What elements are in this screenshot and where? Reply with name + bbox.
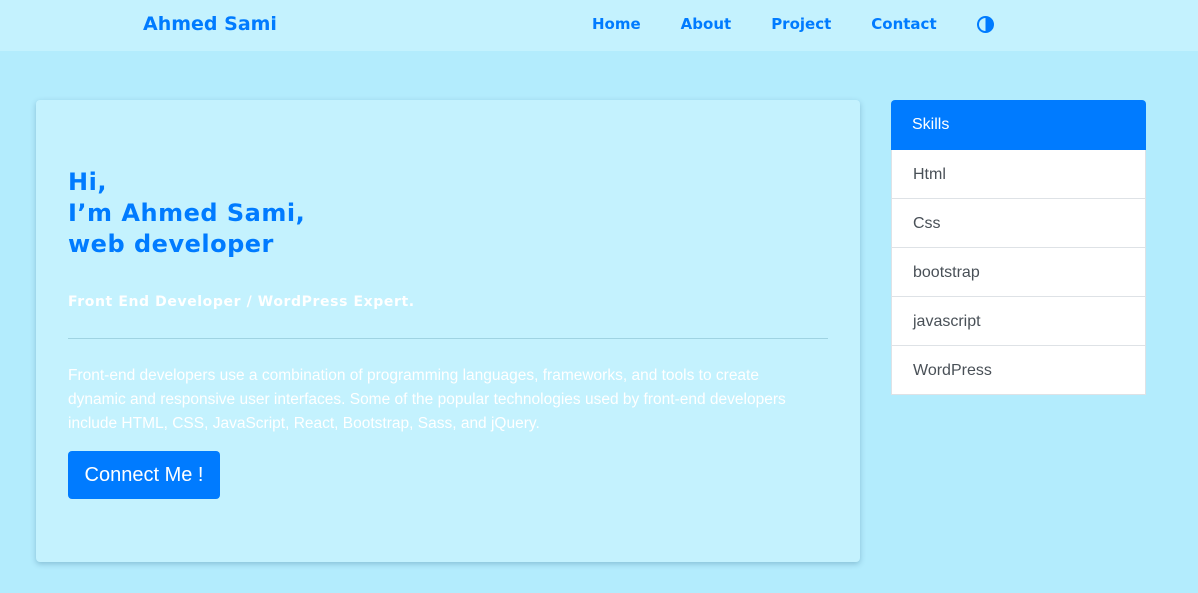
hero-subtitle: Front End Developer / WordPress Expert. [68,294,415,310]
hero-card: Hi, I’m Ahmed Sami, web developer Front … [36,100,860,562]
hero-greeting: Hi, [68,168,107,196]
skill-item-javascript: javascript [891,297,1146,346]
skill-item-css: Css [891,199,1146,248]
connect-me-button[interactable]: Connect Me ! [68,451,220,499]
hero-divider [68,338,828,339]
nav-link-home[interactable]: Home [592,15,641,33]
nav-links: Home About Project Contact [592,15,994,33]
nav-link-about[interactable]: About [681,15,732,33]
skill-item-html: Html [891,150,1146,199]
theme-toggle-icon[interactable] [976,15,994,33]
top-navbar: Ahmed Sami Home About Project Contact [0,0,1198,51]
skills-list: Skills Html Css bootstrap javascript Wor… [891,100,1146,395]
hero-description: Front-end developers use a combination o… [68,367,786,432]
skill-item-bootstrap: bootstrap [891,248,1146,297]
skill-item-wordpress: WordPress [891,346,1146,395]
hero-title: Hi, I’m Ahmed Sami, web developer [68,167,568,260]
skills-header: Skills [891,100,1146,150]
hero-role: web developer [68,230,274,258]
nav-link-contact[interactable]: Contact [871,15,936,33]
nav-link-project[interactable]: Project [771,15,831,33]
hero-intro: I’m Ahmed Sami, [68,199,306,227]
brand-logo[interactable]: Ahmed Sami [143,13,277,35]
